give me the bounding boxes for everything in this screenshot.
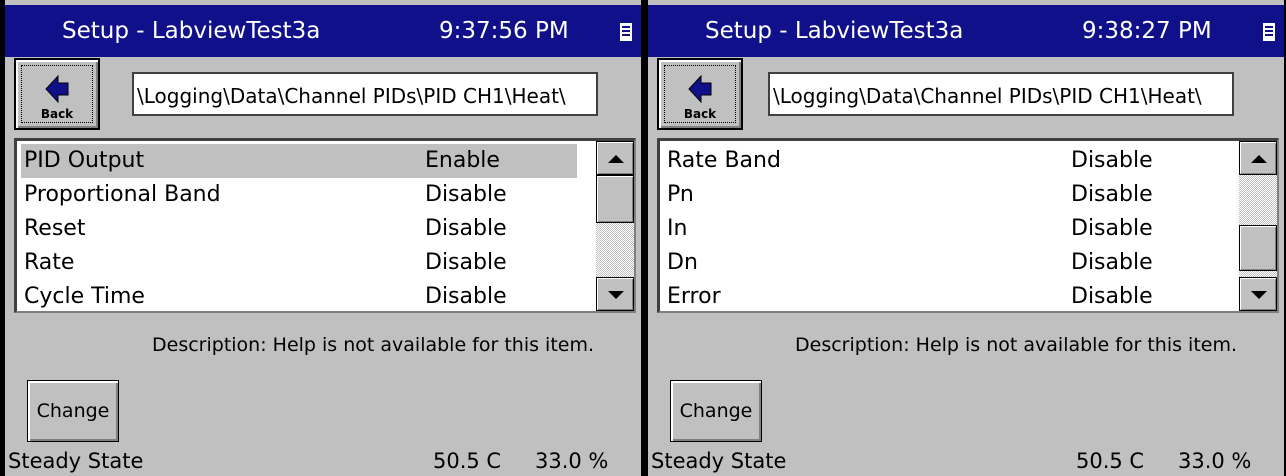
status-temperature: 50.5 C <box>1076 449 1145 473</box>
path-field: \Logging\Data\Channel PIDs\PID CH1\Heat\ <box>768 72 1234 116</box>
item-value: Disable <box>1071 284 1153 309</box>
change-button[interactable]: Change <box>27 380 119 442</box>
scroll-thumb[interactable] <box>1239 225 1277 271</box>
item-name: Rate Band <box>667 148 781 173</box>
item-name: Cycle Time <box>24 284 145 309</box>
item-value: Disable <box>425 250 507 275</box>
item-name: PID Output <box>24 148 145 173</box>
scroll-down-button[interactable] <box>1239 277 1277 311</box>
item-value: Enable <box>425 148 500 173</box>
back-arrow-icon <box>688 74 712 104</box>
status-bar: Steady State 50.5 C 33.0 % <box>648 447 1284 476</box>
status-percent: 33.0 % <box>1178 449 1252 473</box>
scrollbar[interactable] <box>596 141 634 311</box>
status-temperature: 50.5 C <box>433 449 502 473</box>
scroll-down-button[interactable] <box>596 277 634 311</box>
list-item[interactable]: Reset Disable <box>21 212 577 246</box>
back-button[interactable]: Back <box>14 58 100 130</box>
item-name: Proportional Band <box>24 182 221 207</box>
title-bar: Setup - LabviewTest3a 9:38:27 PM <box>648 5 1284 57</box>
list-item[interactable]: Proportional Band Disable <box>21 178 577 212</box>
item-name: Rate <box>24 250 75 275</box>
list-item[interactable]: Error Disable <box>664 280 1220 314</box>
item-name: Error <box>667 284 721 309</box>
window-title: Setup - LabviewTest3a <box>62 18 321 44</box>
change-button[interactable]: Change <box>670 380 762 442</box>
item-value: Disable <box>425 216 507 241</box>
clock-time: 9:37:56 PM <box>439 18 569 44</box>
item-name: In <box>667 216 688 241</box>
arrow-up-icon <box>608 155 624 163</box>
item-value: Disable <box>1071 250 1153 275</box>
status-bar: Steady State 50.5 C 33.0 % <box>5 447 641 476</box>
item-value: Disable <box>425 182 507 207</box>
list-item[interactable]: In Disable <box>664 212 1220 246</box>
item-value: Disable <box>1071 182 1153 207</box>
list-item[interactable]: Dn Disable <box>664 246 1220 280</box>
list-item[interactable]: Pn Disable <box>664 178 1220 212</box>
back-label: Back <box>683 107 717 121</box>
list-item[interactable]: Rate Disable <box>21 246 577 280</box>
item-name: Dn <box>667 250 698 275</box>
settings-list[interactable]: PID Output Enable Proportional Band Disa… <box>14 138 636 313</box>
scrollbar[interactable] <box>1239 141 1277 311</box>
arrow-up-icon <box>1251 155 1267 163</box>
status-state: Steady State <box>651 449 787 473</box>
back-button[interactable]: Back <box>657 58 743 130</box>
list-item[interactable]: PID Output Enable <box>21 144 577 178</box>
arrow-down-icon <box>1251 291 1267 299</box>
status-state: Steady State <box>8 449 144 473</box>
menu-icon[interactable] <box>620 23 632 41</box>
scroll-thumb[interactable] <box>596 175 634 223</box>
title-bar: Setup - LabviewTest3a 9:37:56 PM <box>5 5 641 57</box>
settings-list[interactable]: Rate Band Disable Pn Disable In Disable … <box>657 138 1279 313</box>
arrow-down-icon <box>608 291 624 299</box>
item-name: Reset <box>24 216 86 241</box>
item-name: Pn <box>667 182 694 207</box>
setup-window-left: Setup - LabviewTest3a 9:37:56 PM Back \L… <box>5 0 641 476</box>
list-item[interactable]: Rate Band Disable <box>664 144 1220 178</box>
item-value: Disable <box>425 284 507 309</box>
item-value: Disable <box>1071 148 1153 173</box>
scroll-up-button[interactable] <box>1239 141 1277 175</box>
description-text: Description: Help is not available for t… <box>795 334 1238 356</box>
status-percent: 33.0 % <box>535 449 609 473</box>
window-title: Setup - LabviewTest3a <box>705 18 964 44</box>
back-label: Back <box>40 107 74 121</box>
path-field: \Logging\Data\Channel PIDs\PID CH1\Heat\ <box>132 72 598 116</box>
list-item[interactable]: Cycle Time Disable <box>21 280 577 314</box>
description-text: Description: Help is not available for t… <box>152 334 595 356</box>
setup-window-right: Setup - LabviewTest3a 9:38:27 PM Back \L… <box>648 0 1284 476</box>
clock-time: 9:38:27 PM <box>1082 18 1212 44</box>
scroll-up-button[interactable] <box>596 141 634 175</box>
item-value: Disable <box>1071 216 1153 241</box>
menu-icon[interactable] <box>1263 23 1275 41</box>
back-arrow-icon <box>45 74 69 104</box>
